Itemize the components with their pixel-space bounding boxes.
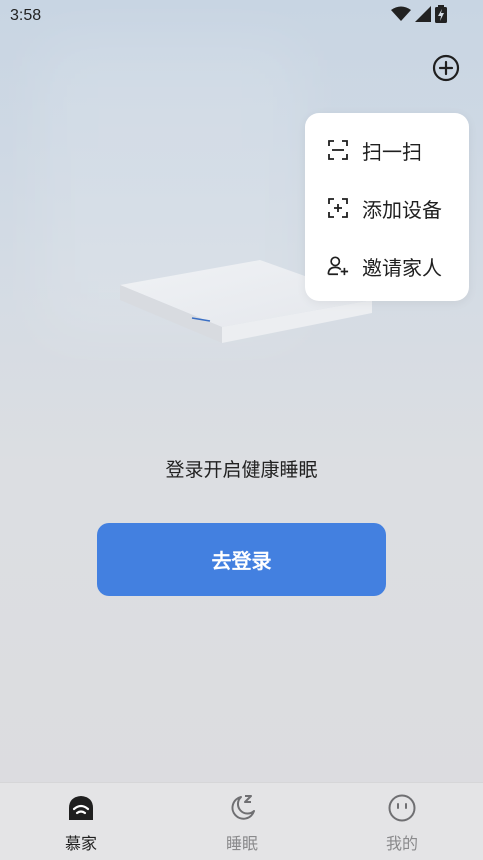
battery-icon <box>435 5 447 27</box>
tab-label: 慕家 <box>64 834 97 853</box>
menu-item-scan[interactable]: 扫一扫 <box>305 125 469 175</box>
invite-user-icon <box>327 255 349 277</box>
tab-profile[interactable]: 我的 <box>352 783 452 860</box>
popup-menu: 扫一扫 添加设备 邀请家人 <box>305 113 469 301</box>
status-icons <box>391 5 447 27</box>
signal-icon <box>415 6 431 26</box>
menu-item-label: 邀请家人 <box>362 255 442 280</box>
menu-item-invite[interactable]: 邀请家人 <box>305 241 469 291</box>
moon-sleep-icon <box>227 793 257 823</box>
menu-item-label: 添加设备 <box>362 197 442 222</box>
menu-item-add-device[interactable]: 添加设备 <box>305 183 469 233</box>
scan-icon <box>327 139 349 161</box>
tab-label: 睡眠 <box>225 834 258 853</box>
login-prompt: 登录开启健康睡眠 <box>165 459 318 481</box>
plus-circle-icon <box>432 54 460 86</box>
status-bar: 3:58 <box>0 0 483 32</box>
smiley-icon <box>387 793 417 823</box>
login-button[interactable]: 去登录 <box>97 523 386 596</box>
home-icon <box>66 793 96 823</box>
status-time: 3:58 <box>10 7 42 24</box>
add-device-icon <box>327 197 349 219</box>
bottom-tab-bar: 慕家 睡眠 我的 <box>0 782 483 860</box>
tab-home[interactable]: 慕家 <box>31 783 131 860</box>
tab-sleep[interactable]: 睡眠 <box>192 783 292 860</box>
add-button[interactable] <box>431 54 461 86</box>
tab-label: 我的 <box>385 834 418 853</box>
wifi-icon <box>391 6 411 26</box>
menu-item-label: 扫一扫 <box>362 139 422 164</box>
